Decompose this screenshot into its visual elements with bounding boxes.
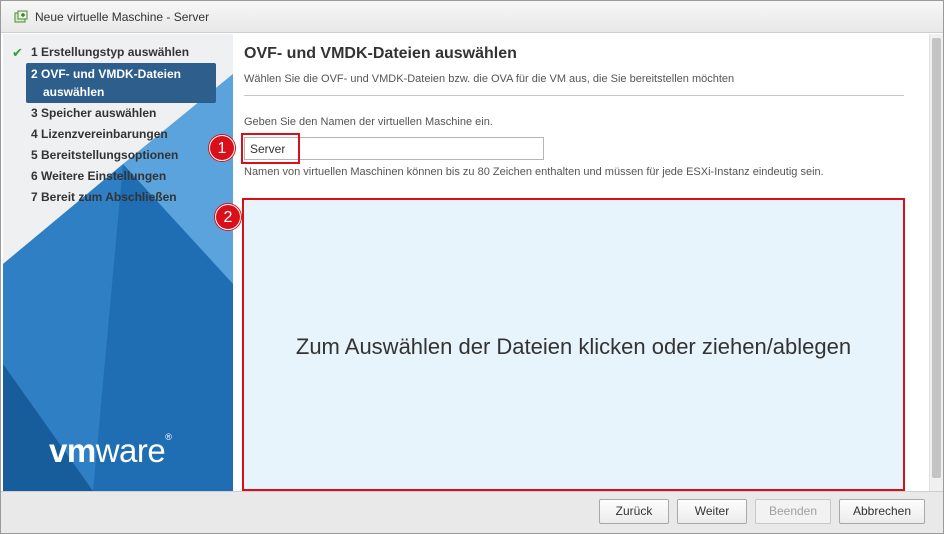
next-button[interactable]: Weiter (677, 499, 747, 524)
page-subtitle: Wählen Sie die OVF- und VMDK-Dateien bzw… (244, 73, 735, 85)
vmware-logo: vmware® (49, 432, 172, 469)
main-content: OVF- und VMDK-Dateien auswählen Wählen S… (233, 34, 929, 491)
annotation-badge-2: 2 (215, 204, 241, 230)
step-label: 1 Erstellungstyp auswählen (31, 45, 190, 59)
step-label-line2: auswählen (43, 85, 105, 99)
step-label: 4 Lizenzvereinbarungen (31, 127, 168, 141)
step-label: 6 Weitere Einstellungen (31, 169, 167, 183)
annotation-badge-1: 1 (209, 135, 235, 161)
page-title: OVF- und VMDK-Dateien auswählen (244, 45, 517, 62)
wizard-window: Neue virtuelle Maschine - Server ✔ 1 Ers… (0, 0, 944, 534)
window-title: Neue virtuelle Maschine - Server (35, 10, 210, 24)
vm-name-label: Geben Sie den Namen der virtuellen Masch… (244, 116, 493, 128)
file-drop-zone[interactable]: Zum Auswählen der Dateien klicken oder z… (242, 198, 905, 491)
step-4-license[interactable]: 4 Lizenzvereinbarungen (3, 124, 233, 145)
scrollbar-thumb[interactable] (932, 38, 941, 478)
drop-zone-text: Zum Auswählen der Dateien klicken oder z… (295, 334, 852, 359)
step-label: 5 Bereitstellungsoptionen (31, 148, 179, 162)
step-5-deployment-options[interactable]: 5 Bereitstellungsoptionen (3, 145, 233, 166)
back-button[interactable]: Zurück (599, 499, 669, 524)
check-icon: ✔ (12, 45, 23, 60)
wizard-steps-sidebar: ✔ 1 Erstellungstyp auswählen 2 OVF- und … (3, 34, 233, 491)
vm-name-hint: Namen von virtuellen Maschinen können bi… (244, 166, 824, 178)
finish-button[interactable]: Beenden (755, 499, 831, 524)
step-3-storage[interactable]: 3 Speicher auswählen (3, 103, 233, 124)
divider (244, 95, 904, 96)
step-6-additional-settings[interactable]: 6 Weitere Einstellungen (3, 166, 233, 187)
step-1-creation-type[interactable]: ✔ 1 Erstellungstyp auswählen (3, 42, 233, 63)
step-label: 3 Speicher auswählen (31, 106, 157, 120)
cancel-button[interactable]: Abbrechen (839, 499, 925, 524)
highlight-box-1 (241, 133, 300, 164)
wizard-step-list: ✔ 1 Erstellungstyp auswählen 2 OVF- und … (3, 42, 233, 208)
title-bar: Neue virtuelle Maschine - Server (1, 1, 943, 33)
vertical-scrollbar[interactable] (929, 34, 943, 491)
wizard-footer: Zurück Weiter Beenden Abbrechen (1, 491, 943, 533)
step-2-ovf-vmdk-files[interactable]: 2 OVF- und VMDK-Dateien auswählen (26, 63, 216, 103)
step-label: 7 Bereit zum Abschließen (31, 190, 177, 204)
step-label-line1: 2 OVF- und VMDK-Dateien (31, 67, 182, 81)
vm-app-icon (14, 10, 28, 24)
step-7-ready-to-complete[interactable]: 7 Bereit zum Abschließen (3, 187, 233, 208)
